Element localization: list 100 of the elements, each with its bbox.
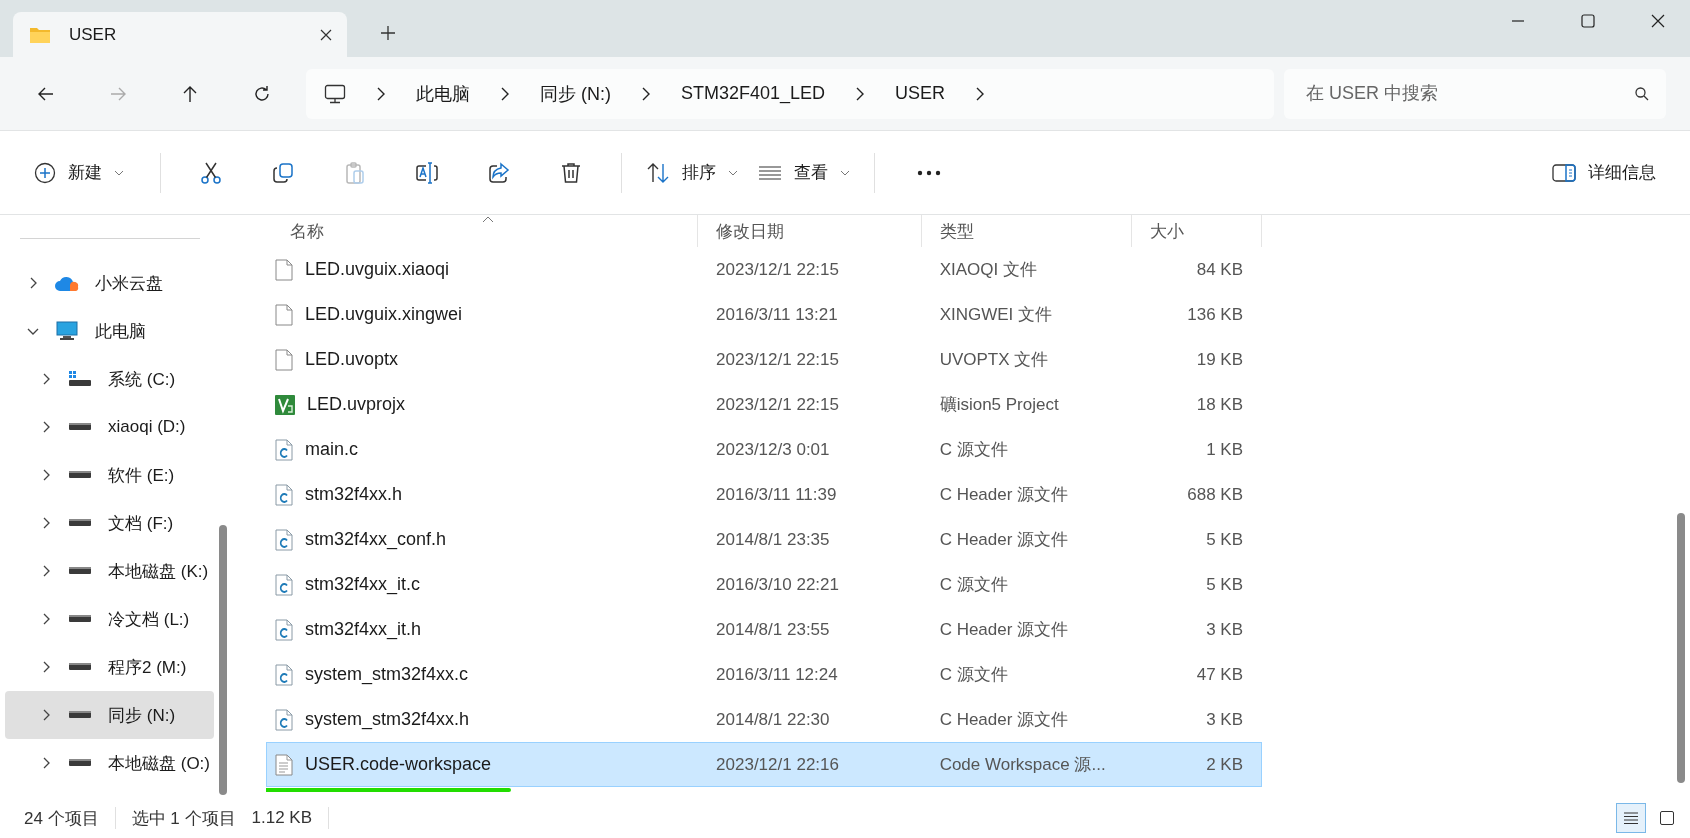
details-pane-icon xyxy=(1552,163,1576,182)
file-size: 2 KB xyxy=(1206,754,1243,775)
chevron-right-icon[interactable] xyxy=(500,86,510,101)
lines-icon xyxy=(758,164,782,181)
file-icon xyxy=(275,303,293,326)
system-drive-icon xyxy=(68,370,92,388)
column-header[interactable]: 大小 xyxy=(1132,215,1262,247)
search-field[interactable]: 在 USER 中搜索 xyxy=(1284,68,1666,119)
tab[interactable]: USER xyxy=(13,12,347,57)
file-row[interactable]: system_stm32f4xx.h 2014/8/1 22:30 C Header 源文件 3 KB xyxy=(266,697,1262,742)
sort-arrows-icon xyxy=(646,161,670,184)
file-row[interactable]: stm32f4xx.h 2016/3/11 11:39 C Header 源文件 688 KB xyxy=(266,472,1262,517)
sidebar-item[interactable]: 本地磁盘 (O:) xyxy=(5,739,214,787)
modified-date: 2016/3/11 13:21 xyxy=(716,304,838,325)
file-row[interactable]: stm32f4xx_it.c 2016/3/10 22:21 C 源文件 5 KB xyxy=(266,562,1262,607)
file-type: XINGWEI 文件 xyxy=(939,304,1053,326)
drive-icon xyxy=(68,614,92,624)
sidebar-item[interactable]: 程序2 (M:) xyxy=(5,643,214,691)
item-count: 24 个项目 xyxy=(24,807,99,830)
file-name: LED.uvoptx xyxy=(305,349,399,370)
file-row[interactable]: LED.uvoptx 2023/12/1 22:15 UVOPTX 文件 19 KB xyxy=(266,337,1262,382)
file-name: LED.uvguix.xingwei xyxy=(305,304,463,325)
file-name: LED.uvprojx xyxy=(307,394,406,415)
address-bar[interactable]: 此电脑 同步 (N:) STM32F401_LED USER xyxy=(306,68,1274,119)
close-icon[interactable] xyxy=(319,27,333,42)
monitor-icon xyxy=(324,83,346,104)
plus-icon[interactable] xyxy=(380,25,396,41)
file-row[interactable]: LED.uvguix.xingwei 2016/3/11 13:21 XINGWEI 文件 136 KB xyxy=(266,292,1262,337)
drive-icon xyxy=(68,470,92,480)
file-name: stm32f4xx_conf.h xyxy=(305,529,447,550)
column-header[interactable]: 修改日期 xyxy=(698,215,922,247)
file-name: stm32f4xx_it.c xyxy=(305,574,421,595)
file-name: system_stm32f4xx.c xyxy=(305,664,469,685)
file-size: 1 KB xyxy=(1206,439,1243,460)
file-size: 19 KB xyxy=(1196,349,1243,370)
more-icon xyxy=(917,169,941,176)
modified-date: 2014/8/1 23:55 xyxy=(716,619,830,640)
breadcrumb[interactable]: 此电脑 xyxy=(416,81,470,106)
file-row[interactable]: stm32f4xx_it.h 2014/8/1 23:55 C Header 源文件 3 KB xyxy=(266,607,1262,652)
chevron-right-icon[interactable] xyxy=(641,86,651,101)
sidebar-item[interactable]: 同步 (N:) xyxy=(5,691,214,739)
file-row[interactable]: main.c 2023/12/3 0:01 C 源文件 1 KB xyxy=(266,427,1262,472)
folder-icon xyxy=(29,25,51,44)
share-icon xyxy=(487,160,511,185)
drive-icon xyxy=(68,710,92,720)
sidebar-item[interactable]: 文档 (F:) xyxy=(5,499,214,547)
sidebar-item[interactable]: 系统 (C:) xyxy=(5,355,214,403)
scrollbar-thumb[interactable] xyxy=(219,525,227,795)
details-pane-button[interactable]: 详细信息 xyxy=(1542,153,1666,192)
maximize-icon[interactable] xyxy=(1580,13,1596,29)
modified-date: 2014/8/1 22:30 xyxy=(716,709,830,730)
sidebar-item[interactable]: xiaoqi (D:) xyxy=(5,403,214,451)
tab-title: USER xyxy=(69,24,118,45)
sort-button[interactable]: 排序 xyxy=(636,153,748,192)
column-header[interactable]: 类型 xyxy=(922,215,1132,247)
file-row[interactable]: stm32f4xx_conf.h 2014/8/1 23:35 C Header 源文件 5 KB xyxy=(266,517,1262,562)
file-row[interactable]: LED.uvguix.xiaoqi 2023/12/1 22:15 XIAOQI 文件 84 KB xyxy=(266,247,1262,292)
sidebar-item[interactable]: 软件 (E:) xyxy=(5,451,214,499)
file-name: main.c xyxy=(305,439,358,460)
breadcrumb[interactable]: STM32F401_LED xyxy=(681,83,826,104)
modified-date: 2023/12/1 22:15 xyxy=(716,349,839,370)
sidebar-item[interactable]: 小米云盘 xyxy=(5,259,214,307)
file-size: 3 KB xyxy=(1206,709,1243,730)
details-view-button[interactable] xyxy=(1616,803,1646,833)
drive-icon xyxy=(68,518,92,528)
view-button[interactable]: 查看 xyxy=(748,153,860,192)
chevron-right-icon[interactable] xyxy=(975,86,986,101)
column-header[interactable]: 名称 xyxy=(266,215,698,247)
c-source-file-icon xyxy=(275,663,293,686)
new-button[interactable]: 新建 xyxy=(24,153,134,192)
file-icon xyxy=(275,258,293,281)
modified-date: 2014/8/1 23:35 xyxy=(716,529,830,550)
breadcrumb[interactable]: USER xyxy=(895,83,946,104)
sidebar-item[interactable]: 本地磁盘 (K:) xyxy=(5,547,214,595)
caret-icon xyxy=(840,169,850,176)
text-file-icon xyxy=(275,753,293,776)
file-type: C Header 源文件 xyxy=(939,529,1069,551)
file-type: C 源文件 xyxy=(939,439,1008,461)
file-name: stm32f4xx_it.h xyxy=(305,619,422,640)
modified-date: 2023/12/1 22:15 xyxy=(716,259,839,280)
drive-icon xyxy=(68,758,92,768)
sidebar-item[interactable]: 冷文档 (L:) xyxy=(5,595,214,643)
file-name: USER.code-workspace xyxy=(305,754,492,775)
chevron-right-icon[interactable] xyxy=(855,86,866,101)
file-row[interactable]: system_stm32f4xx.c 2016/3/11 12:24 C 源文件 47 KB xyxy=(266,652,1262,697)
chevron-right-icon[interactable] xyxy=(376,86,386,101)
clipboard-icon xyxy=(343,160,367,185)
file-row[interactable]: LED.uvprojx 2023/12/1 22:15 礦ision5 Project 18 KB xyxy=(266,382,1262,427)
drive-icon xyxy=(68,662,92,672)
close-icon[interactable] xyxy=(1650,13,1666,29)
selection-count: 选中 1 个项目 xyxy=(131,807,236,830)
c-source-file-icon xyxy=(275,483,293,506)
drive-icon xyxy=(68,422,92,432)
sidebar-item[interactable]: 此电脑 xyxy=(5,307,214,355)
scrollbar-thumb[interactable] xyxy=(1677,513,1685,783)
copy-icon xyxy=(271,160,295,185)
sort-up-icon xyxy=(481,216,494,223)
file-name: system_stm32f4xx.h xyxy=(305,709,470,730)
breadcrumb[interactable]: 同步 (N:) xyxy=(540,81,611,106)
file-type: C Header 源文件 xyxy=(939,619,1069,641)
